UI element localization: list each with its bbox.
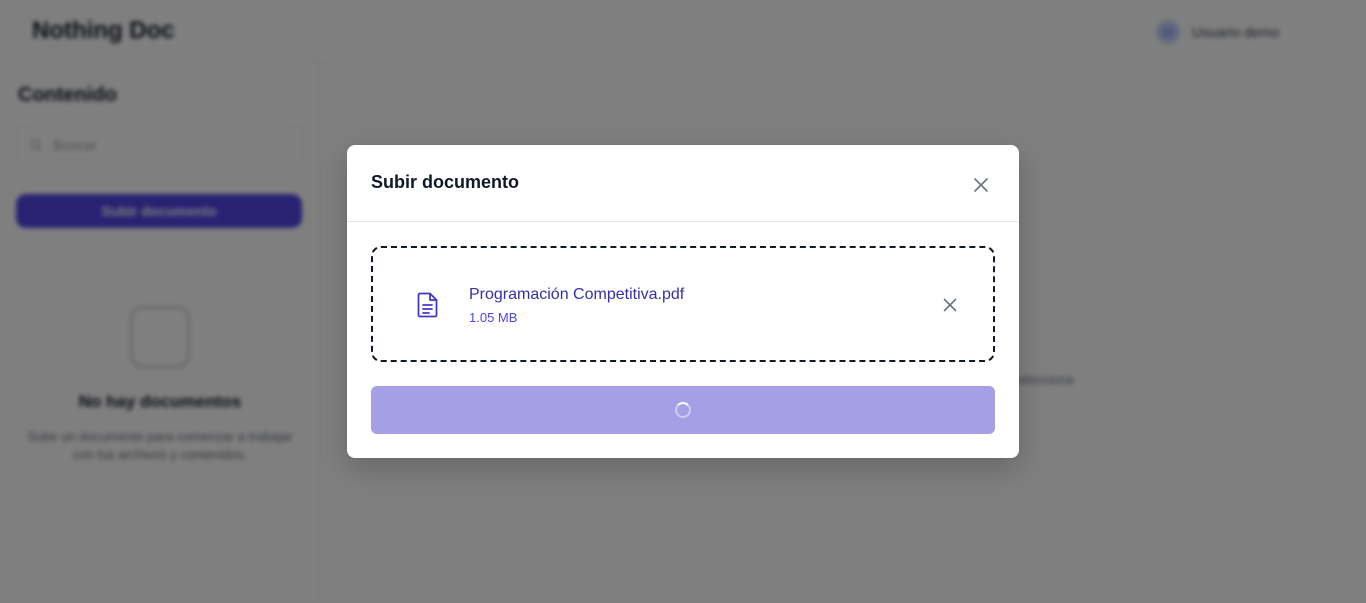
close-icon (974, 178, 988, 192)
document-icon (417, 292, 438, 318)
dialog-header: Subir documento (347, 145, 1019, 222)
file-dropzone[interactable]: Programación Competitiva.pdf 1.05 MB (371, 246, 995, 362)
close-icon (943, 298, 957, 312)
submit-upload-button[interactable] (371, 386, 995, 434)
upload-dialog: Subir documento Programación Competitiva… (347, 145, 1019, 458)
dialog-title: Subir documento (371, 172, 519, 192)
file-name: Programación Competitiva.pdf (469, 286, 685, 303)
spinner-icon (675, 402, 691, 418)
file-size: 1.05 MB (469, 310, 518, 325)
remove-file-button[interactable] (939, 294, 961, 316)
close-button[interactable] (969, 173, 993, 197)
